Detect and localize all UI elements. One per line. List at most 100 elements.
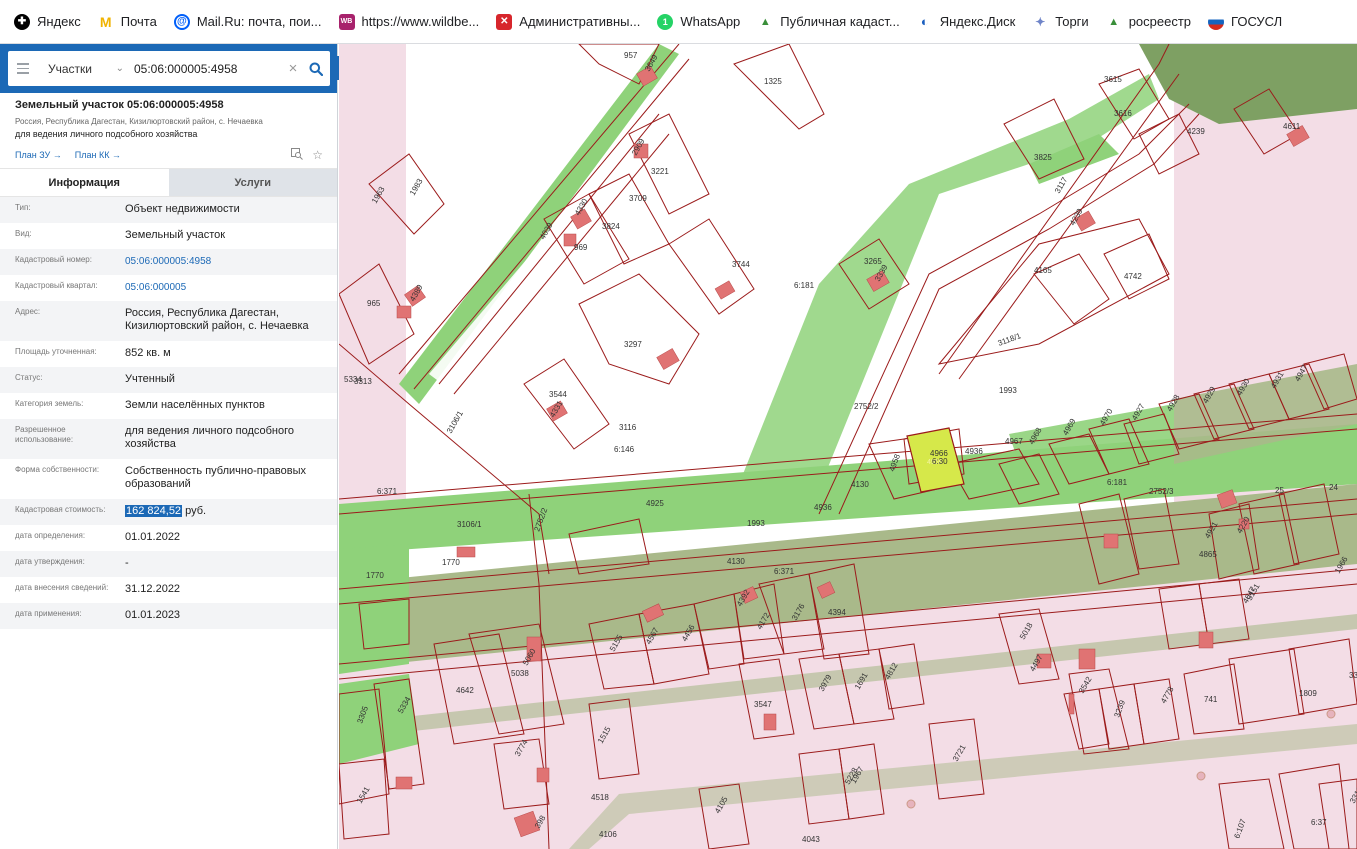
parcel-label: 4611 bbox=[1283, 122, 1301, 131]
plan-zu-link[interactable]: План ЗУ → bbox=[15, 150, 62, 160]
parcel-label: 1809 bbox=[1299, 689, 1317, 698]
parcel-label: 4239 bbox=[1187, 127, 1205, 136]
object-links: План ЗУ → План КК → bbox=[15, 150, 121, 160]
bookmark-3[interactable]: WB https://www.wildbe... bbox=[333, 8, 486, 36]
detail-value: для ведения личного подсобного хозяйства bbox=[125, 425, 295, 450]
detail-value[interactable]: 05:06:000005:4958 bbox=[125, 249, 337, 268]
yandex-icon: ✚ bbox=[14, 13, 30, 30]
parcel-label: 24 bbox=[1329, 483, 1338, 492]
tab-services[interactable]: Услуги bbox=[168, 169, 337, 196]
clear-icon[interactable]: × bbox=[284, 60, 302, 77]
parcel-label: 3313 bbox=[354, 377, 372, 386]
parcel-label: 2752/2 bbox=[854, 402, 879, 411]
detail-row: Адрес: Россия, Республика Дагестан, Кизил… bbox=[0, 301, 337, 341]
detail-row: Площадь уточненная: 852 кв. м bbox=[0, 341, 337, 367]
parcel-label: 3116 bbox=[619, 423, 637, 432]
parcel-label: 969 bbox=[574, 243, 588, 252]
detail-row: Вид: Земельный участок bbox=[0, 223, 337, 249]
object-title: Земельный участок 05:06:000005:4958 bbox=[15, 99, 224, 111]
zoom-to-icon[interactable] bbox=[291, 148, 304, 163]
cadastral-value-highlight[interactable]: 162 824,52 bbox=[125, 505, 183, 517]
detail-value[interactable]: 05:06:000005 bbox=[125, 275, 337, 294]
star-icon[interactable]: ☆ bbox=[312, 148, 323, 163]
layer-select-label: Участки bbox=[48, 61, 92, 76]
parcel-label: 3308 bbox=[1349, 671, 1357, 680]
detail-key: Вид: bbox=[15, 229, 32, 238]
bookmark-label: Почта bbox=[120, 14, 157, 29]
parcel-label: 3297 bbox=[624, 340, 642, 349]
emblem-icon: ✦ bbox=[1035, 14, 1046, 29]
parcel-label: 4936 bbox=[965, 447, 983, 456]
bookmark-label: Яндекс bbox=[37, 14, 81, 29]
bookmark-10[interactable]: ГОСУСЛ bbox=[1202, 8, 1288, 36]
bookmark-label: Mail.Ru: почта, пои... bbox=[196, 14, 322, 29]
detail-key: Кадастровая стоимость: bbox=[15, 505, 106, 514]
bookmark-label: Торги bbox=[1055, 14, 1089, 29]
parcel-label: 4106 bbox=[599, 830, 617, 839]
bookmark-label: https://www.wildbe... bbox=[361, 14, 480, 29]
plan-kk-link[interactable]: План КК → bbox=[75, 150, 121, 160]
map-view[interactable]: 4958 957 3649 1325 3615 3616 4239 4611 1963 1983… bbox=[339, 44, 1357, 849]
detail-row: Тип: Объект недвижимости bbox=[0, 197, 337, 223]
parcel-label: 2752/3 bbox=[1149, 487, 1174, 496]
detail-row: дата определения: 01.01.2022 bbox=[0, 525, 337, 551]
parcel-label: 3106/1 bbox=[445, 409, 465, 435]
parcel-label: 6:146 bbox=[614, 445, 635, 454]
bookmark-5[interactable]: 1 WhatsApp bbox=[651, 8, 746, 36]
bookmark-2[interactable]: @ Mail.Ru: почта, пои... bbox=[168, 8, 328, 36]
rosreestr-icon: ▲ bbox=[1108, 15, 1120, 28]
parcel-label: 6:37 bbox=[1311, 818, 1327, 827]
parcel-label: 4742 bbox=[1124, 272, 1142, 281]
parcel-label: 5038 bbox=[511, 669, 529, 678]
bookmark-1[interactable]: M Почта bbox=[92, 8, 163, 36]
parcel-label: 3615 bbox=[1104, 75, 1122, 84]
details-table: Тип: Объект недвижимости Вид: Земельный уча… bbox=[0, 197, 337, 629]
bookmark-6[interactable]: ▲ Публичная кадаст... bbox=[751, 8, 905, 36]
mail-icon: M bbox=[99, 13, 112, 30]
bookmark-7[interactable]: ◐ Яндекс.Диск bbox=[911, 8, 1022, 36]
detail-value: Учтенный bbox=[125, 373, 175, 385]
bookmark-8[interactable]: ✦ Торги bbox=[1026, 8, 1094, 36]
mailru-icon: @ bbox=[173, 13, 190, 30]
bookmark-4[interactable]: ✕ Административны... bbox=[490, 8, 646, 36]
parcel-label: 4130 bbox=[851, 480, 869, 489]
parcel-label: 4518 bbox=[591, 793, 609, 802]
search-input[interactable]: 05:06:000005:4958 bbox=[134, 62, 284, 76]
object-header: Земельный участок 05:06:000005:4958 Росс… bbox=[0, 93, 337, 169]
detail-row: Разрешенное использование: для ведения ли… bbox=[0, 419, 337, 459]
detail-key: Площадь уточненная: bbox=[15, 347, 97, 356]
layer-select[interactable]: Участки ⌄ bbox=[48, 62, 130, 76]
detail-key: дата внесения сведений: bbox=[15, 583, 109, 592]
parcel-label: 3221 bbox=[651, 167, 669, 176]
admin-icon: ✕ bbox=[496, 13, 513, 30]
bookmark-9[interactable]: ▲ росреестр bbox=[1100, 8, 1197, 36]
disk-icon: ◐ bbox=[920, 14, 929, 29]
parcel-label: 4043 bbox=[802, 835, 820, 844]
detail-value: 31.12.2022 bbox=[125, 583, 181, 595]
detail-key: дата определения: bbox=[15, 531, 86, 540]
cadastral-map[interactable]: 4958 957 36491325 36153616423946111963 1983… bbox=[339, 44, 1357, 849]
detail-value: Россия, Республика Дагестан, Кизилюртовс… bbox=[125, 307, 309, 332]
bookmark-label: Яндекс.Диск bbox=[939, 14, 1016, 29]
parcel-label: 1770 bbox=[366, 571, 384, 580]
parcel-label: 6:181 bbox=[1107, 478, 1128, 487]
detail-key: Адрес: bbox=[15, 307, 41, 316]
detail-row: Кадастровый номер: 05:06:000005:4958 bbox=[0, 249, 337, 275]
bookmark-label: Публичная кадаст... bbox=[780, 14, 900, 29]
detail-row: Кадастровый квартал: 05:06:000005 bbox=[0, 275, 337, 301]
bookmark-0[interactable]: ✚ Яндекс bbox=[8, 8, 87, 36]
detail-key: Форма собственности: bbox=[15, 465, 100, 474]
parcel-label: 6:371 bbox=[377, 487, 398, 496]
parcel-label: 3117 bbox=[1053, 175, 1070, 195]
detail-row: дата утверждения: - bbox=[0, 551, 337, 577]
bookmark-label: ГОСУСЛ bbox=[1231, 14, 1283, 29]
detail-row: дата применения: 01.01.2023 bbox=[0, 603, 337, 629]
search-icon[interactable] bbox=[302, 51, 330, 86]
parcel-label: 3265 bbox=[864, 257, 882, 266]
menu-icon[interactable] bbox=[8, 51, 38, 86]
parcel-label: 4165 bbox=[1034, 266, 1052, 275]
tab-information[interactable]: Информация bbox=[0, 169, 169, 196]
detail-value: Земельный участок bbox=[125, 229, 226, 241]
chevron-down-icon: ⌄ bbox=[115, 63, 124, 74]
parcel-label: 6:30 bbox=[932, 457, 948, 466]
